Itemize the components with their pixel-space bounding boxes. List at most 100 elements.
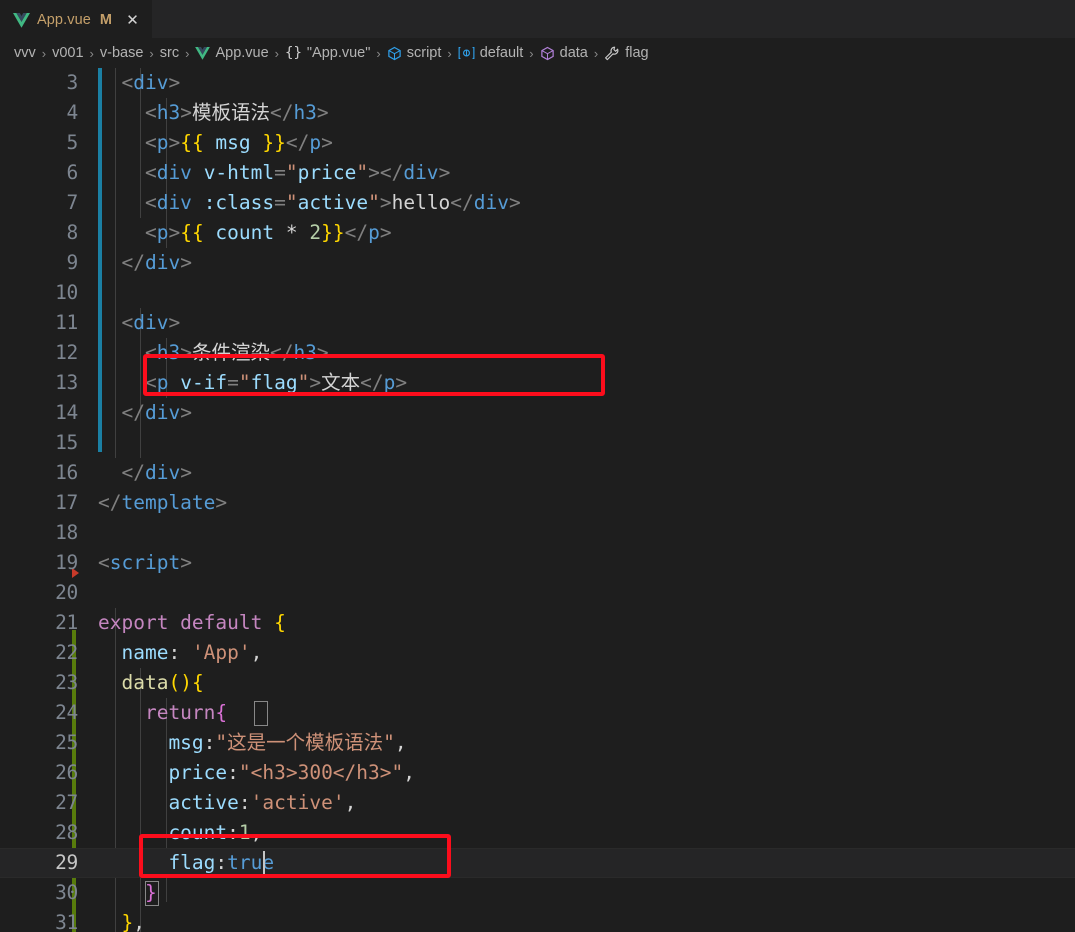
code-line[interactable]: 24 return{ — [0, 698, 1075, 728]
line-content: price:"<h3>300</h3>", — [98, 761, 416, 784]
editor-tab-app-vue[interactable]: App.vue M ✕ — [0, 0, 153, 39]
breadcrumb-item-data[interactable]: data — [540, 45, 588, 61]
code-line[interactable]: 6 <div v-html="price"></div> — [0, 158, 1075, 188]
breadcrumb-label: v001 — [52, 45, 84, 61]
text-cursor — [263, 851, 265, 876]
line-number: 27 — [55, 791, 78, 814]
code-line[interactable]: 11 <div> — [0, 308, 1075, 338]
line-number: 16 — [55, 461, 78, 484]
line-number: 25 — [55, 731, 78, 754]
line-number: 14 — [55, 401, 78, 424]
line-content: data(){ — [98, 671, 204, 694]
breadcrumb-item-v-base[interactable]: v-base — [100, 45, 144, 61]
line-content: <h3>模板语法</h3> — [98, 101, 329, 124]
breadcrumb-item-vvv[interactable]: vvv — [14, 45, 36, 61]
breadcrumb-label: default — [479, 45, 524, 61]
line-content: <script> — [98, 551, 192, 574]
breadcrumb-separator-icon: › — [447, 45, 452, 61]
breadcrumb-separator-icon: › — [529, 45, 534, 61]
code-line[interactable]: 23 data(){ — [0, 668, 1075, 698]
tab-title: App.vue — [37, 12, 91, 28]
code-line[interactable]: 3 <div> — [0, 68, 1075, 98]
line-content: </div> — [98, 461, 192, 484]
line-number: 22 — [55, 641, 78, 664]
code-line[interactable]: 12 <h3>条件渲染</h3> — [0, 338, 1075, 368]
code-line[interactable]: 20 — [0, 578, 1075, 608]
line-content: return{ — [98, 701, 228, 724]
line-number: 20 — [55, 581, 78, 604]
code-line[interactable]: 8 <p>{{ count * 2}}</p> — [0, 218, 1075, 248]
code-line[interactable]: 18 — [0, 518, 1075, 548]
line-number: 7 — [66, 191, 79, 214]
code-line[interactable]: 9 </div> — [0, 248, 1075, 278]
line-number: 29 — [55, 851, 78, 874]
code-line[interactable]: 27 active:'active', — [0, 788, 1075, 818]
method-cube-icon — [540, 46, 555, 61]
line-number: 31 — [55, 911, 78, 932]
breadcrumb-separator-icon: › — [185, 45, 190, 61]
code-line[interactable]: 17 </template> — [0, 488, 1075, 518]
code-line[interactable]: 7 <div :class="active">hello</div> — [0, 188, 1075, 218]
breadcrumb-separator-icon: › — [593, 45, 599, 61]
code-line[interactable]: 19 <script> — [0, 548, 1075, 578]
line-number: 24 — [55, 701, 78, 724]
line-number: 17 — [55, 491, 78, 514]
line-content: <div :class="active">hello</div> — [98, 191, 521, 214]
code-line[interactable]: 5 <p>{{ msg }}</p> — [0, 128, 1075, 158]
line-number: 23 — [55, 671, 78, 694]
line-number: 13 — [55, 371, 78, 394]
code-line[interactable]: 15 — [0, 428, 1075, 458]
line-number: 15 — [55, 431, 78, 454]
code-line[interactable]: 16 </div> — [0, 458, 1075, 488]
line-number: 4 — [66, 101, 79, 124]
breadcrumb-item-flag[interactable]: flag — [604, 45, 649, 61]
line-content: export default { — [98, 611, 286, 634]
close-icon[interactable]: ✕ — [124, 12, 141, 29]
line-content: </div> — [98, 251, 192, 274]
breadcrumb-label: flag — [625, 45, 649, 61]
breadcrumb-item-script[interactable]: script — [387, 45, 441, 61]
line-number: 19 — [55, 551, 78, 574]
bracket-match-highlight — [254, 701, 268, 726]
vue-file-icon — [195, 46, 211, 60]
line-content: <p>{{ msg }}</p> — [98, 131, 333, 154]
breadcrumb-label: App.vue — [215, 45, 269, 61]
code-line[interactable]: 13 <p v-if="flag">文本</p> — [0, 368, 1075, 398]
code-lines: 3 <div> 4 <h3>模板语法</h3> 5 <p>{{ msg }}</… — [0, 68, 1075, 932]
breadcrumb-item-src[interactable]: src — [160, 45, 179, 61]
breadcrumb-item-v001[interactable]: v001 — [52, 45, 83, 61]
breadcrumb-item-app-vue-symbol[interactable]: {} "App.vue" — [285, 45, 370, 61]
code-editor[interactable]: 3 <div> 4 <h3>模板语法</h3> 5 <p>{{ msg }}</… — [0, 68, 1075, 932]
line-number: 5 — [66, 131, 79, 154]
code-line[interactable]: 14 </div> — [0, 398, 1075, 428]
code-line[interactable]: 30 } — [0, 878, 1075, 908]
code-line[interactable]: 10 — [0, 278, 1075, 308]
line-content: <h3>条件渲染</h3> — [98, 341, 329, 364]
code-line[interactable]: 25 msg:"这是一个模板语法", — [0, 728, 1075, 758]
breadcrumb-item-default[interactable]: default — [458, 45, 524, 61]
breadcrumb: vvv › v001 › v-base › src › App.vue › {} — [0, 38, 1075, 68]
code-line[interactable]: 26 price:"<h3>300</h3>", — [0, 758, 1075, 788]
breadcrumb-separator-icon: › — [149, 45, 154, 61]
line-number: 6 — [66, 161, 79, 184]
line-content: active:'active', — [98, 791, 357, 814]
line-number: 26 — [55, 761, 78, 784]
code-line[interactable]: 28 count:1, — [0, 818, 1075, 848]
line-content: <div v-html="price"></div> — [98, 161, 451, 184]
editor-tab-bar: App.vue M ✕ — [0, 0, 1075, 39]
code-line[interactable]: 4 <h3>模板语法</h3> — [0, 98, 1075, 128]
module-cube-icon — [387, 46, 402, 61]
tab-modified-badge: M — [99, 12, 113, 28]
line-number: 3 — [66, 71, 79, 94]
line-content: </div> — [98, 401, 192, 424]
code-line-current[interactable]: 29 flag:true — [0, 848, 1075, 878]
code-line[interactable]: 21 export default { — [0, 608, 1075, 638]
code-line[interactable]: 22 name: 'App', — [0, 638, 1075, 668]
line-number: 30 — [55, 881, 78, 904]
breadcrumb-separator-icon: › — [274, 45, 280, 61]
breadcrumb-item-app-vue[interactable]: App.vue — [195, 45, 269, 61]
line-content: <div> — [98, 311, 181, 334]
code-line[interactable]: 31 }, — [0, 908, 1075, 932]
breadcrumb-label: data — [559, 45, 588, 61]
breadcrumb-separator-icon: › — [89, 45, 94, 61]
